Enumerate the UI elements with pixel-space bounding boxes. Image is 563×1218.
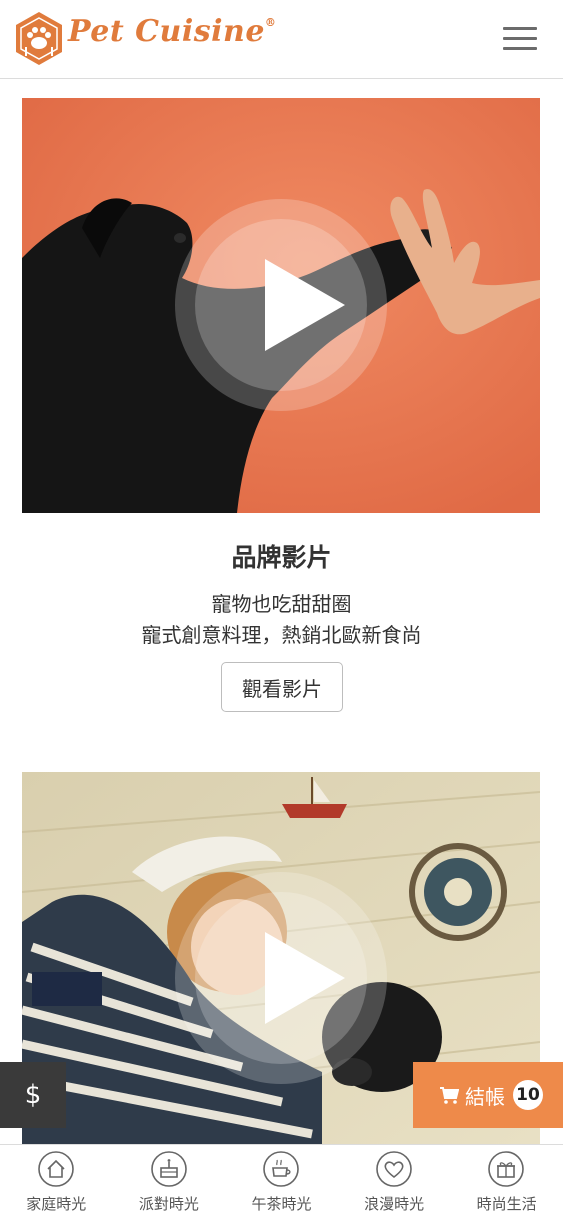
gift-icon (488, 1151, 525, 1187)
nav-item-romance[interactable]: 浪漫時光 (338, 1145, 451, 1218)
brand-logo-text[interactable]: Pet Cuisine® (68, 14, 276, 49)
cake-icon (150, 1151, 187, 1187)
brand-name: Pet Cuisine (68, 14, 265, 49)
play-icon (265, 932, 345, 1024)
play-button[interactable] (175, 199, 387, 411)
registered-mark: ® (264, 16, 277, 29)
cart-icon (440, 1087, 459, 1104)
section-title: 品牌影片 (231, 543, 332, 572)
dollar-symbol: $ (24, 1080, 42, 1110)
nav-label: 時尚生活 (476, 1195, 537, 1213)
teacup-icon (263, 1151, 299, 1187)
nav-label: 家庭時光 (26, 1195, 87, 1213)
nav-item-party[interactable]: 派對時光 (113, 1145, 226, 1218)
nav-item-fashion[interactable]: 時尚生活 (450, 1145, 563, 1218)
bottom-nav: 家庭時光 派對時光 午茶時光 浪漫時光 時尚生活 (0, 1144, 563, 1218)
house-icon (38, 1151, 74, 1187)
play-icon (265, 259, 345, 351)
hamburger-icon[interactable] (503, 27, 537, 51)
price-button[interactable]: $ (0, 1062, 66, 1128)
paw-fork-hexagon-icon[interactable] (14, 11, 64, 66)
heart-icon (375, 1151, 412, 1187)
section-tagline-2: 寵式創意料理，熱銷北歐新食尚 (141, 623, 422, 647)
play-button[interactable] (175, 872, 387, 1084)
cart-count-badge: 10 (513, 1080, 543, 1110)
watch-video-button[interactable]: 觀看影片 (221, 662, 343, 712)
checkout-button[interactable]: 結帳 10 (413, 1062, 563, 1128)
nav-label: 派對時光 (138, 1195, 199, 1213)
header: Pet Cuisine® (0, 0, 563, 79)
checkout-label: 結帳 (465, 1084, 505, 1109)
section-tagline-1: 寵物也吃甜甜圈 (211, 592, 352, 616)
nav-label: 午茶時光 (251, 1195, 312, 1213)
nav-label: 浪漫時光 (364, 1195, 425, 1213)
nav-item-tea[interactable]: 午茶時光 (225, 1145, 338, 1218)
nav-item-family[interactable]: 家庭時光 (0, 1145, 113, 1218)
brand-video-thumbnail[interactable] (22, 98, 540, 513)
